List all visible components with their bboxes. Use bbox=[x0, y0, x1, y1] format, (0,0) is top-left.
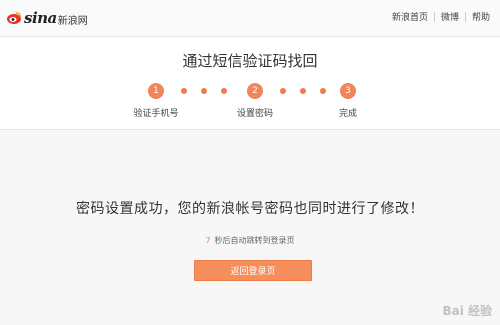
step-2-label: 设置密码 bbox=[236, 109, 273, 119]
top-bar: sina 新浪网 新浪首页 微博 帮助 bbox=[0, 0, 500, 37]
sina-logo[interactable]: sina 新浪网 bbox=[6, 7, 88, 29]
success-message: 密码设置成功，您的新浪帐号密码也同时进行了修改！ bbox=[76, 201, 424, 217]
logo-cn-text: 新浪网 bbox=[57, 15, 88, 27]
watermark-text: Bai 经验 bbox=[442, 304, 492, 318]
progress-dot bbox=[300, 88, 306, 94]
progress-dot bbox=[320, 88, 326, 94]
page-title: 通过短信验证码找回 bbox=[182, 52, 318, 70]
step-1-label: 验证手机号 bbox=[133, 109, 179, 119]
progress-dot bbox=[201, 88, 207, 94]
redirect-text: 秒后自动跳转到登录页 bbox=[214, 236, 295, 245]
progress-dot bbox=[280, 88, 286, 94]
link-help[interactable]: 帮助 bbox=[466, 10, 496, 23]
back-to-login-button[interactable]: 返回登录页 bbox=[194, 260, 312, 281]
main-content bbox=[0, 130, 500, 325]
step-2-circle: 2 bbox=[247, 83, 263, 99]
step-1-circle: 1 bbox=[148, 83, 164, 99]
top-links: 新浪首页 微博 帮助 bbox=[386, 10, 496, 23]
link-weibo[interactable]: 微博 bbox=[435, 10, 465, 23]
link-sina-home[interactable]: 新浪首页 bbox=[386, 10, 434, 23]
countdown-number: 7 bbox=[205, 236, 211, 245]
sina-eye-icon bbox=[7, 12, 22, 24]
progress-dot bbox=[181, 88, 187, 94]
logo-brand-text: sina bbox=[24, 9, 57, 27]
progress-dot bbox=[221, 88, 227, 94]
redirect-notice: 7 秒后自动跳转到登录页 bbox=[0, 235, 500, 246]
baidu-watermark: Bai 经验 bbox=[442, 302, 492, 319]
step-3-circle: 3 bbox=[340, 83, 356, 99]
step-3-label: 完成 bbox=[338, 109, 357, 119]
steps-card: 通过短信验证码找回 1 2 3 验证手机号 设置密码 完成 bbox=[0, 37, 500, 130]
